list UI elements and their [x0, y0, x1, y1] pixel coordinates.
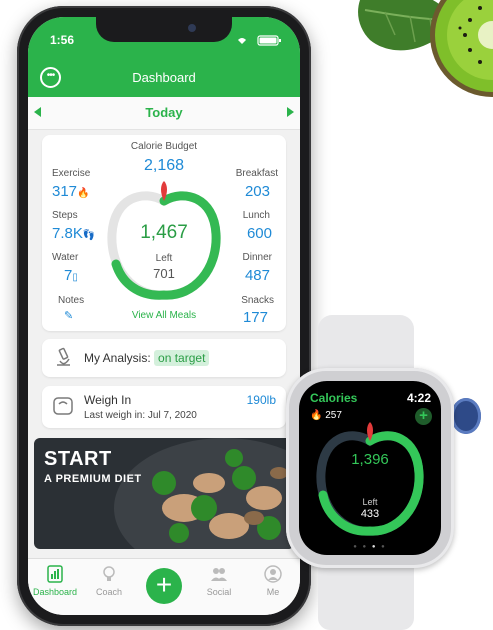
notes-label: Notes: [58, 295, 85, 306]
person-icon: [264, 565, 282, 583]
breakfast-label: Breakfast: [235, 168, 278, 179]
watch-crown[interactable]: [451, 398, 481, 434]
wifi-icon: [238, 38, 246, 44]
exercise-value[interactable]: 317🔥: [52, 183, 89, 200]
watch-app-title: Calories: [310, 391, 358, 405]
kiwi-slice-image: [430, 0, 493, 97]
dinner-label: Dinner: [242, 252, 272, 263]
date-label[interactable]: Today: [28, 105, 300, 120]
watch-page-dots: ● ● ● ●: [353, 544, 387, 550]
lunch-label: Lunch: [242, 210, 270, 221]
bottom-tab-bar: Dashboard Coach + Social Me: [28, 558, 300, 615]
tab-social[interactable]: Social: [192, 565, 246, 597]
premium-diet-banner[interactable]: START A PREMIUM DIET: [34, 438, 294, 549]
watch-band-top: [318, 315, 414, 375]
phone-device: 1:56 ••• Dashboard Today Calorie Budget …: [17, 6, 311, 626]
bulb-icon: [103, 566, 115, 581]
dinner-value[interactable]: 487: [245, 267, 270, 284]
watch-left-value: 433: [360, 508, 380, 520]
last-weigh-in-text: Last weigh in: Jul 7, 2020: [84, 410, 197, 421]
watch-calories-value: 1,396: [351, 451, 389, 468]
phone-notch: [96, 17, 232, 42]
watch-left-label: Left: [362, 497, 378, 507]
calorie-summary-card: Calorie Budget 2,168 1,467 Left 701 Exer…: [42, 135, 286, 331]
exercise-label: Exercise: [52, 168, 91, 179]
watch-screen: Calories 4:22 🔥 257 + 1,396 Left 433 ● ●…: [299, 381, 441, 555]
calorie-budget-label: Calorie Budget: [130, 141, 198, 152]
weight-value: 190lb: [246, 393, 276, 407]
glass-icon: ▯: [72, 272, 78, 283]
date-navigation: Today: [28, 97, 300, 130]
analysis-card[interactable]: My Analysis: on target: [42, 339, 286, 377]
banner-subheadline: A PREMIUM DIET: [44, 473, 142, 485]
lunch-value[interactable]: 600: [247, 225, 272, 242]
analysis-status-badge: on target: [154, 350, 210, 366]
people-icon: [211, 568, 227, 581]
water-label: Water: [52, 252, 79, 263]
phone-screen: 1:56 ••• Dashboard Today Calorie Budget …: [28, 17, 300, 615]
watch-time: 4:22: [406, 391, 431, 405]
page-title: Dashboard: [132, 70, 196, 85]
watch-band-bottom: [318, 560, 414, 630]
smartwatch-device: Calories 4:22 🔥 257 + 1,396 Left 433 ● ●…: [286, 368, 454, 568]
breakfast-value[interactable]: 203: [245, 183, 270, 200]
tab-dashboard[interactable]: Dashboard: [28, 565, 82, 597]
food-plate-image: [114, 438, 294, 549]
banner-headline: START: [44, 448, 112, 470]
steps-value[interactable]: 7.8K👣: [52, 225, 95, 242]
scale-icon: [53, 397, 73, 415]
tab-me[interactable]: Me: [246, 565, 300, 597]
microscope-icon: [57, 347, 70, 366]
tab-label: Dashboard: [32, 587, 78, 597]
weigh-in-card[interactable]: Weigh In Last weigh in: Jul 7, 2020 190l…: [42, 386, 286, 428]
fire-icon: 🔥: [77, 188, 90, 199]
steps-label: Steps: [52, 210, 78, 221]
tab-label: Coach: [95, 587, 122, 597]
weigh-in-title: Weigh In: [84, 393, 132, 407]
next-day-arrow-icon[interactable]: [287, 107, 294, 117]
add-entry-button[interactable]: +: [146, 568, 182, 604]
water-value[interactable]: 7▯: [64, 267, 78, 284]
tab-label: Social: [206, 587, 232, 597]
footsteps-icon: 👣: [82, 230, 96, 241]
chart-icon: [47, 565, 63, 583]
tab-label: Me: [266, 587, 280, 597]
status-time: 1:56: [50, 33, 75, 47]
plus-icon: +: [155, 569, 173, 600]
watch-apple-ring: [316, 422, 424, 536]
snacks-label: Snacks: [241, 295, 274, 306]
status-icons: [238, 35, 281, 46]
analysis-label: My Analysis:: [84, 351, 151, 365]
view-all-meals-link[interactable]: View All Meals: [42, 310, 286, 321]
tab-coach[interactable]: Coach: [82, 565, 136, 597]
